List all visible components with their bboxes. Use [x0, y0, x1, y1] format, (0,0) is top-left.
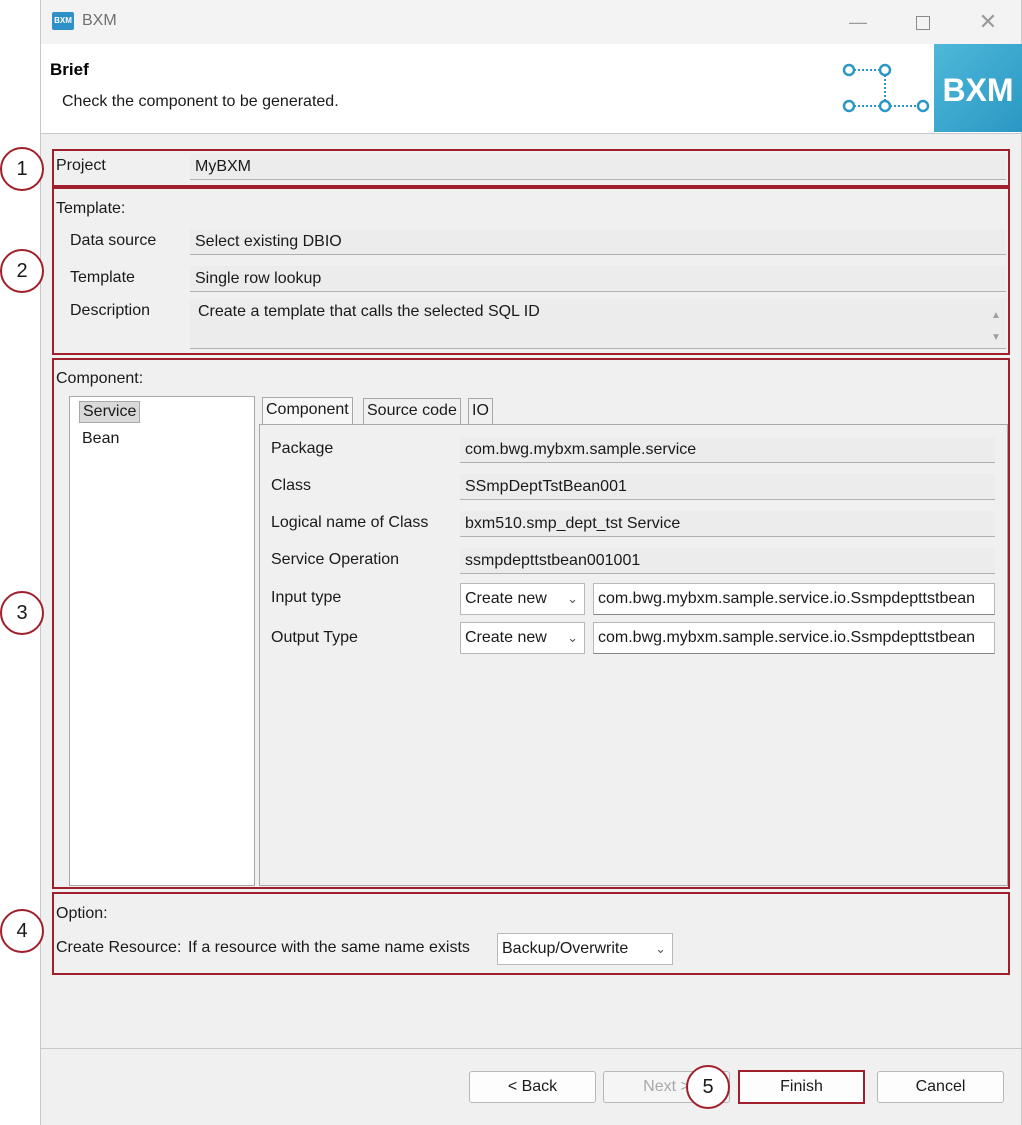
service-operation-label: Service Operation [271, 551, 400, 568]
marker-4: 4 [0, 909, 44, 953]
project-field: MyBXM [190, 154, 1006, 180]
marker-1: 1 [0, 147, 44, 191]
class-label: Class [271, 477, 312, 494]
class-field: SSmpDeptTstBean001 [460, 474, 995, 500]
project-label: Project [56, 157, 106, 174]
tab-io[interactable]: IO [468, 398, 493, 424]
marker-2: 2 [0, 249, 44, 293]
option-section-label: Option: [56, 905, 108, 922]
network-icon [842, 63, 930, 113]
package-field: com.bwg.mybxm.sample.service [460, 437, 995, 463]
window-title: BXM [82, 12, 117, 29]
output-type-select[interactable]: Create new ⌄ [460, 622, 585, 654]
back-button[interactable]: < Back [469, 1071, 596, 1103]
tab-component[interactable]: Component [262, 397, 353, 425]
template-section-label: Template: [56, 200, 126, 217]
component-section-label: Component: [56, 370, 144, 387]
description-scrollbar[interactable]: ▲ ▼ [990, 305, 1002, 349]
data-source-label: Data source [70, 232, 157, 249]
minimize-icon[interactable]: — [838, 9, 878, 35]
finish-button[interactable]: Finish [738, 1070, 865, 1104]
input-type-field[interactable]: com.bwg.mybxm.sample.service.io.Ssmpdept… [593, 583, 995, 615]
create-resource-select-value: Backup/Overwrite [502, 940, 629, 957]
chevron-down-icon: ⌄ [567, 591, 578, 606]
marker-3: 3 [0, 591, 44, 635]
create-resource-desc: If a resource with the same name exists [188, 939, 470, 956]
template-label: Template [70, 269, 135, 286]
input-type-label: Input type [271, 589, 342, 606]
close-icon[interactable]: ✕ [968, 9, 1008, 35]
page-title: Brief [50, 60, 89, 79]
app-icon: BXM [52, 12, 74, 30]
service-operation-field: ssmpdepttstbean001001 [460, 548, 995, 574]
marker-5: 5 [686, 1065, 730, 1109]
tree-item-service[interactable]: Service [79, 401, 141, 423]
tree-item-bean[interactable]: Bean [79, 429, 122, 449]
title-bar: BXM BXM — ✕ [41, 0, 1021, 44]
input-type-select-value: Create new [465, 590, 547, 607]
chevron-down-icon: ⌄ [567, 630, 578, 645]
create-resource-select[interactable]: Backup/Overwrite ⌄ [497, 933, 673, 965]
package-label: Package [271, 440, 334, 457]
maximize-icon[interactable] [903, 9, 943, 35]
input-type-select[interactable]: Create new ⌄ [460, 583, 585, 615]
chevron-down-icon: ⌄ [655, 941, 666, 956]
output-type-field[interactable]: com.bwg.mybxm.sample.service.io.Ssmpdept… [593, 622, 995, 654]
tab-source-code[interactable]: Source code [363, 398, 461, 424]
output-type-label: Output Type [271, 629, 358, 646]
description-label: Description [70, 302, 151, 319]
logical-name-label: Logical name of Class [271, 514, 429, 531]
component-tree: Service Bean [69, 396, 255, 886]
output-type-select-value: Create new [465, 629, 547, 646]
description-text: Create a template that calls the selecte… [198, 303, 540, 320]
cancel-button[interactable]: Cancel [877, 1071, 1004, 1103]
create-resource-label: Create Resource: [56, 939, 182, 956]
description-field: Create a template that calls the selecte… [190, 299, 1006, 349]
bxm-logo: BXM [934, 44, 1022, 132]
page-description: Check the component to be generated. [62, 93, 339, 110]
template-field: Single row lookup [190, 266, 1006, 292]
data-source-field: Select existing DBIO [190, 229, 1006, 255]
footer-divider [41, 1048, 1021, 1049]
logical-name-field: bxm510.smp_dept_tst Service [460, 511, 995, 537]
dialog-window: BXM BXM — ✕ Brief Check the component to… [40, 0, 1022, 1125]
wizard-header: Brief Check the component to be generate… [41, 44, 1022, 134]
